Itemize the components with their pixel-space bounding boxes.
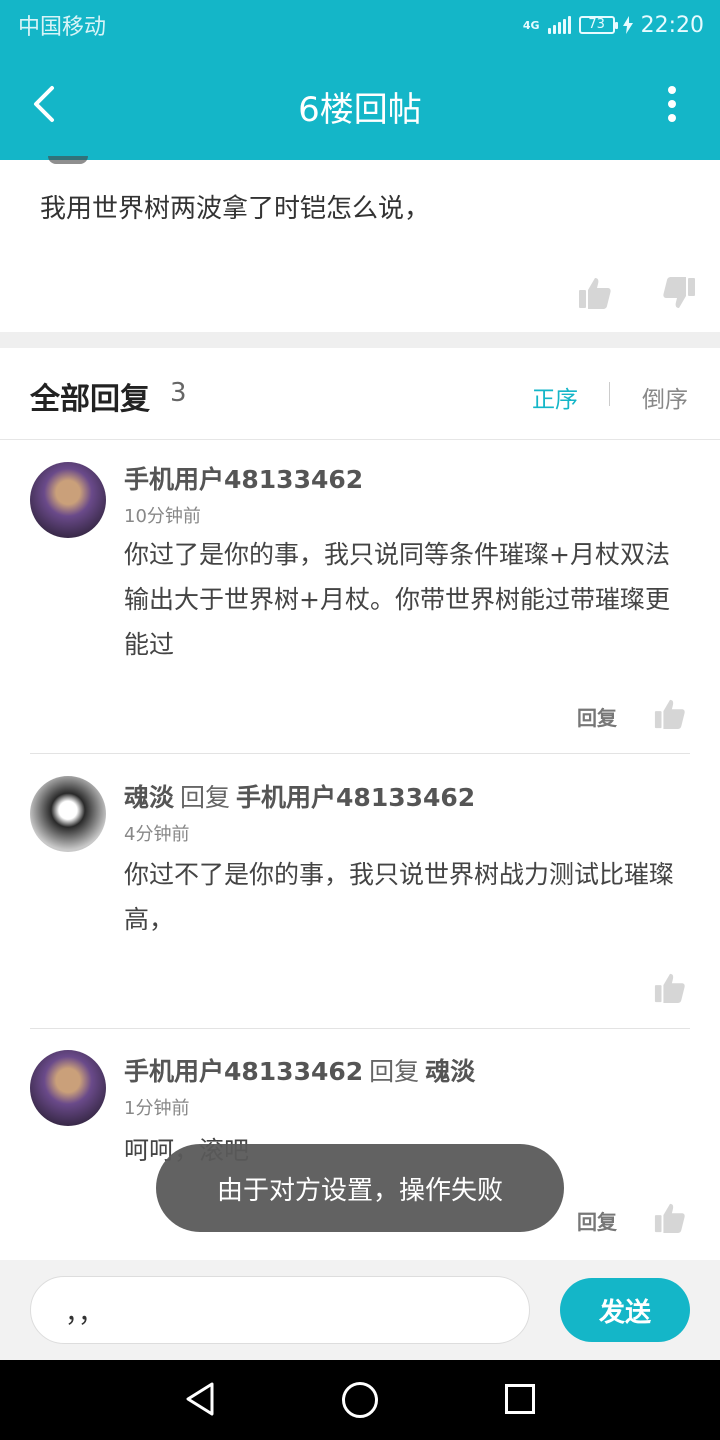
- reply-separator: [30, 753, 690, 754]
- sort-descending-button[interactable]: 倒序: [642, 380, 688, 414]
- app-header: 6楼回帖: [0, 50, 720, 160]
- post-avatar: [48, 156, 88, 164]
- avatar[interactable]: [30, 462, 106, 538]
- section-divider: [0, 332, 720, 348]
- status-bar: 中国移动 4G 73 22:20: [0, 0, 720, 50]
- toast-text: 由于对方设置，操作失败: [216, 1175, 503, 1206]
- sort-divider: [609, 382, 610, 406]
- reply-to-word: 回复: [180, 783, 231, 812]
- thumbs-up-icon[interactable]: [654, 698, 686, 730]
- toast-message: 由于对方设置，操作失败: [156, 1144, 564, 1232]
- reply-to-word: 回复: [369, 1057, 420, 1086]
- reply-separator: [30, 1028, 690, 1029]
- replies-title: 全部回复: [30, 382, 150, 417]
- reply-target[interactable]: 魂淡: [425, 1057, 475, 1086]
- network-type: 4G: [522, 18, 540, 32]
- reply-author-line: 魂淡 回复 手机用户48133462: [124, 778, 475, 814]
- reply-button[interactable]: 回复: [577, 702, 617, 731]
- avatar[interactable]: [30, 1050, 106, 1126]
- screen: 中国移动 4G 73 22:20 6楼回帖 我用世界树两波拿了时铠怎么说， 全部…: [0, 0, 720, 1440]
- comment-bar: ，， 发送: [0, 1260, 720, 1360]
- reply-button[interactable]: 回复: [577, 1206, 617, 1235]
- reply-time: 4分钟前: [124, 824, 190, 845]
- reply-content: 你过不了是你的事，我只说世界树战力测试比璀璨高，: [124, 860, 675, 934]
- reply-author-line: 手机用户48133462: [124, 460, 363, 496]
- reply-target[interactable]: 手机用户48133462: [236, 783, 475, 812]
- system-nav-bar: [0, 1360, 720, 1440]
- reply-content: 你过了是你的事，我只说同等条件璀璨+月杖双法输出大于世界树+月杖。你带世界树能过…: [124, 540, 670, 659]
- replies-count: 3: [170, 378, 187, 408]
- post-text: 我用世界树两波拿了时铠怎么说，: [40, 194, 431, 224]
- charging-icon: [622, 16, 633, 34]
- avatar[interactable]: [30, 776, 106, 852]
- more-vertical-icon[interactable]: [664, 86, 680, 124]
- reply-author[interactable]: 魂淡: [124, 783, 174, 812]
- thumbs-up-icon[interactable]: [578, 276, 612, 310]
- reply-time: 10分钟前: [124, 506, 201, 527]
- thumbs-up-icon[interactable]: [654, 1202, 686, 1234]
- comment-input[interactable]: ，，: [30, 1276, 530, 1344]
- nav-home-icon[interactable]: [342, 1382, 378, 1418]
- battery-level: 73: [588, 17, 605, 32]
- replies-header: 全部回复 3 正序 倒序: [0, 348, 720, 440]
- reply-author[interactable]: 手机用户48133462: [124, 1057, 363, 1086]
- nav-recents-icon[interactable]: [505, 1384, 535, 1414]
- sort-ascending-button[interactable]: 正序: [532, 380, 578, 414]
- battery-icon: 73: [578, 16, 618, 34]
- status-right: 4G 73 22:20: [523, 13, 704, 38]
- thumbs-down-icon[interactable]: [662, 276, 696, 310]
- carrier-name: 中国移动: [18, 15, 107, 40]
- reply-time: 1分钟前: [124, 1098, 190, 1119]
- post-actions: [578, 276, 696, 310]
- reply-author[interactable]: 手机用户48133462: [124, 465, 363, 494]
- clock: 22:20: [640, 12, 704, 38]
- signal-icon: [547, 16, 571, 34]
- thumbs-up-icon[interactable]: [654, 972, 686, 1004]
- nav-back-icon[interactable]: [184, 1382, 216, 1416]
- reply-author-line: 手机用户48133462 回复 魂淡: [124, 1052, 475, 1088]
- page-title: 6楼回帖: [298, 90, 422, 130]
- original-post: 我用世界树两波拿了时铠怎么说，: [0, 156, 720, 332]
- send-button[interactable]: 发送: [560, 1278, 690, 1342]
